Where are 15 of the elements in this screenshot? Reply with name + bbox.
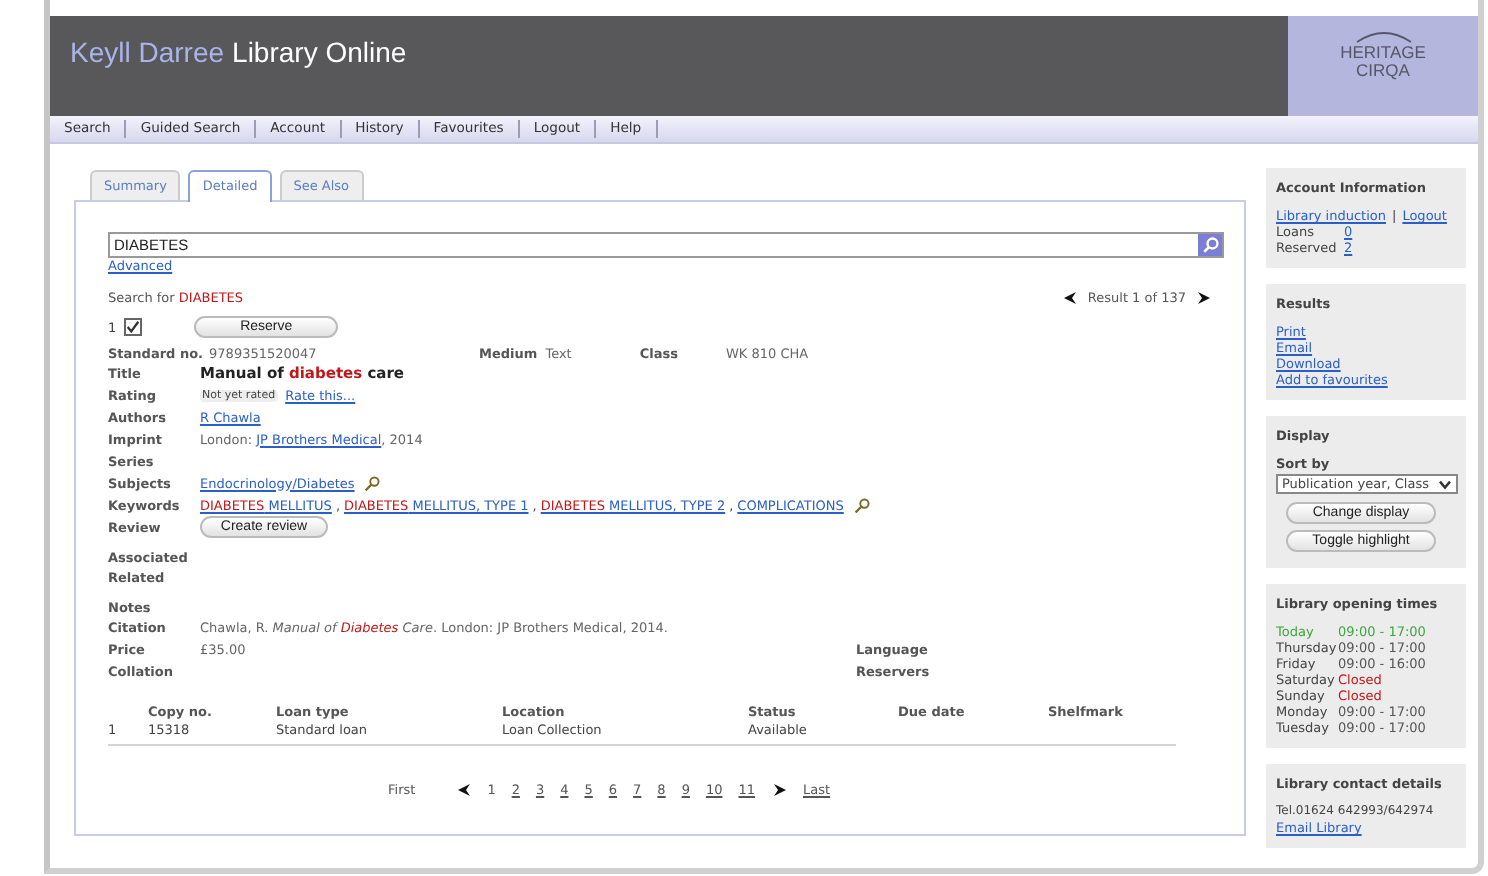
search-icon[interactable] bbox=[853, 497, 870, 513]
search-icon bbox=[1201, 236, 1219, 254]
search-button[interactable] bbox=[1198, 234, 1222, 256]
site-title-prefix: Keyll Darree bbox=[70, 36, 225, 68]
logo-text: CIRQA bbox=[1356, 62, 1410, 80]
record-checkbox[interactable] bbox=[124, 318, 143, 336]
previous-arrow-icon[interactable] bbox=[455, 782, 472, 798]
search-icon[interactable] bbox=[364, 475, 381, 491]
arc-icon bbox=[1353, 28, 1413, 44]
next-arrow-icon[interactable] bbox=[1196, 290, 1212, 306]
chevron-down-icon bbox=[1438, 479, 1452, 489]
next-arrow-icon[interactable] bbox=[771, 782, 788, 798]
site-title: Library Online bbox=[232, 36, 407, 68]
logo-text: HERITAGE bbox=[1340, 44, 1426, 62]
previous-arrow-icon[interactable] bbox=[1061, 290, 1078, 306]
